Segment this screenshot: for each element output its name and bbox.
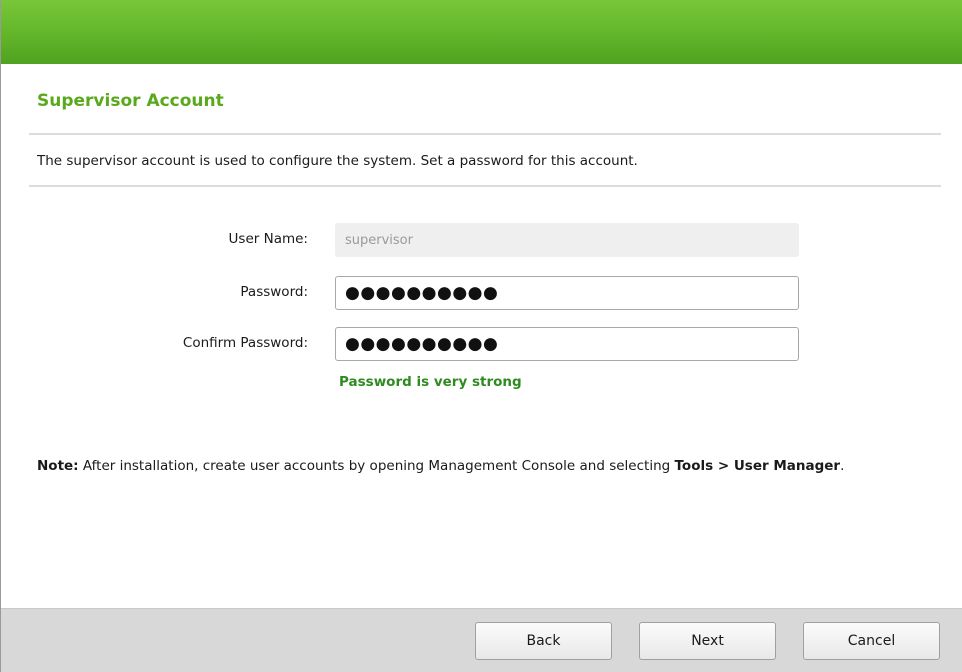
password-strength-message: Password is very strong <box>339 374 522 390</box>
divider-top <box>29 133 941 135</box>
cancel-button[interactable]: Cancel <box>803 622 940 660</box>
page-title: Supervisor Account <box>37 91 224 111</box>
user-name-label: User Name: <box>228 231 308 247</box>
installer-window: Supervisor Account The supervisor accoun… <box>0 0 962 672</box>
confirm-password-label: Confirm Password: <box>182 335 308 351</box>
password-value: ●●●●●●●●●● <box>345 283 499 303</box>
user-name-value: supervisor <box>345 232 413 248</box>
header-banner <box>1 0 962 64</box>
note-text: After installation, create user accounts… <box>78 458 675 474</box>
password-field[interactable]: ●●●●●●●●●● <box>335 276 799 310</box>
confirm-password-field[interactable]: ●●●●●●●●●● <box>335 327 799 361</box>
note-prefix: Note: <box>37 458 79 474</box>
divider-bottom <box>29 185 941 187</box>
page-description: The supervisor account is used to config… <box>37 153 638 169</box>
confirm-password-value: ●●●●●●●●●● <box>345 334 499 354</box>
installation-note: Note: After installation, create user ac… <box>37 456 927 476</box>
next-button[interactable]: Next <box>639 622 776 660</box>
note-menu-path: Tools > User Manager <box>674 458 841 474</box>
password-label: Password: <box>240 284 308 300</box>
user-name-field: supervisor <box>335 223 799 257</box>
back-button[interactable]: Back <box>475 622 612 660</box>
note-suffix: . <box>840 458 845 474</box>
